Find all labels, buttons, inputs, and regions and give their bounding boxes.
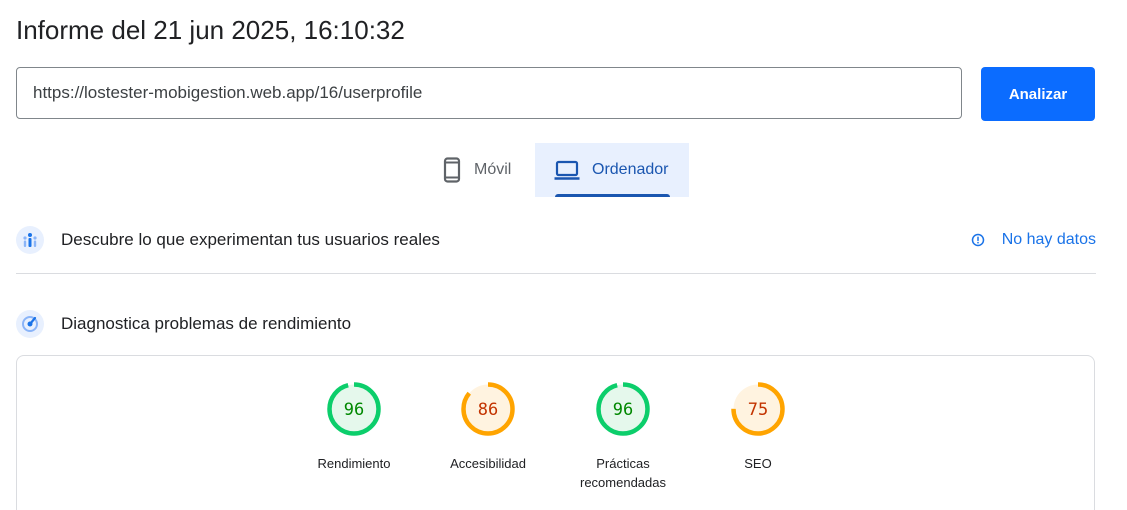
page-title: Informe del 21 jun 2025, 16:10:32 — [16, 15, 405, 45]
tab-desktop[interactable]: Ordenador — [535, 143, 689, 197]
gauge-ring: 86 — [461, 382, 515, 436]
score-value: 75 — [748, 400, 768, 420]
score-gauge-accessibility[interactable]: 86 Accesibilidad — [420, 380, 556, 473]
tab-mobile-label: Móvil — [474, 161, 512, 178]
field-data-title: Descubre lo que experimentan tus usuario… — [61, 230, 440, 249]
lab-data-title: Diagnostica problemas de rendimiento — [61, 314, 352, 333]
selected-tab-indicator — [555, 194, 670, 197]
smartphone-icon — [442, 157, 462, 183]
no-data-link[interactable]: No hay datos — [970, 231, 1096, 249]
page: Informe del 21 jun 2025, 16:10:32 Analiz… — [0, 0, 1127, 510]
tab-desktop-label: Ordenador — [592, 161, 669, 178]
lab-data-section: Diagnostica problemas de rendimiento — [16, 308, 1096, 340]
info-icon — [970, 232, 986, 248]
score-label: Prácticas recomendadas — [580, 456, 666, 490]
score-label: SEO — [744, 456, 772, 471]
gauge-ring: 96 — [596, 382, 650, 436]
field-data-section: Descubre lo que experimentan tus usuario… — [16, 224, 1096, 256]
url-input[interactable] — [16, 67, 962, 119]
score-gauge-performance[interactable]: 96 Rendimiento — [286, 380, 422, 473]
score-label: Rendimiento — [317, 456, 391, 471]
section-divider — [16, 273, 1096, 274]
gauge-ring: 75 — [731, 382, 785, 436]
score-label: Accesibilidad — [450, 456, 526, 471]
gauge-icon — [16, 310, 44, 338]
tab-mobile[interactable]: Móvil — [428, 143, 535, 197]
score-value: 86 — [478, 400, 498, 420]
score-value: 96 — [344, 400, 364, 420]
score-value: 96 — [613, 400, 633, 420]
score-gauge-seo[interactable]: 75 SEO — [690, 380, 826, 473]
score-gauge-best-practices[interactable]: 96 Prácticas recomendadas — [555, 380, 691, 492]
laptop-icon — [554, 159, 580, 181]
no-data-label: No hay datos — [1001, 231, 1096, 248]
analyze-button[interactable]: Analizar — [981, 67, 1095, 121]
device-tabs: Móvil Ordenador — [0, 143, 1127, 197]
users-icon — [16, 226, 44, 254]
gauge-ring: 96 — [327, 382, 381, 436]
